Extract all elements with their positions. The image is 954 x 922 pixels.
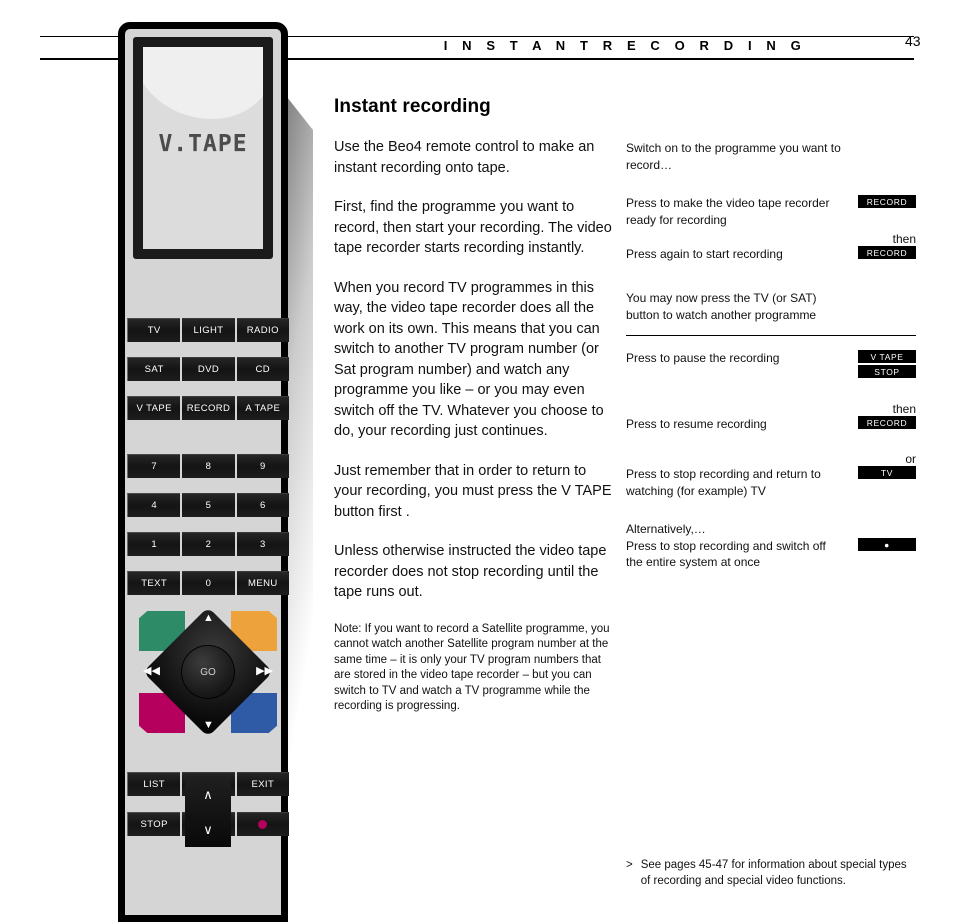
remote-button-a-tape[interactable]: A TAPE [236,396,289,420]
remote-display-bezel: V.TAPE [133,37,273,259]
rocker-up-icon[interactable]: ∧ [203,787,213,803]
remote-button-0[interactable]: 0 [182,571,235,595]
remote-button-standby[interactable] [236,812,289,836]
remote-button-4[interactable]: 4 [127,493,181,517]
instruction-step-3-text: Press again to start recording [626,247,783,261]
instruction-step-5: Press to pause the recording V TAPE STOP [626,350,916,378]
remote-button-menu[interactable]: MENU [236,571,289,595]
remote-button-row-text-0-menu: TEXT 0 MENU [127,571,289,595]
nav-up-icon[interactable]: ▲ [203,613,214,624]
remote-button-row-456: 4 5 6 [127,493,289,517]
remote-button-row-123: 1 2 3 [127,532,289,556]
instruction-step-8-intro: Alternatively,… [626,522,706,536]
remote-button-list[interactable]: LIST [127,772,181,796]
badge-tv: TV [858,466,916,479]
remote-button-stop[interactable]: STOP [127,812,181,836]
connector-then-2: then [892,402,916,416]
badge-record-1: RECORD [858,195,916,208]
footnote-text: See pages 45-47 for information about sp… [640,859,907,887]
instruction-step-6-text: Press to resume recording [626,417,767,431]
body-paragraph-3: When you record TV programmes in this wa… [334,279,604,440]
remote-display: V.TAPE [143,47,263,249]
remote-button-row-3: V TAPE RECORD A TAPE [127,396,289,420]
remote-button-cd[interactable]: CD [236,357,289,381]
nav-go-button[interactable]: GO [182,646,234,698]
page-number: 43 [905,33,921,49]
note-paragraph: Note: If you want to record a Satellite … [334,622,610,713]
footnote: > See pages 45-47 for information about … [626,857,916,889]
instruction-divider [626,335,916,336]
remote-button-2[interactable]: 2 [182,532,235,556]
instruction-step-1: Switch on to the programme you want to r… [626,140,916,173]
instruction-step-4: You may now press the TV (or SAT) button… [626,290,916,323]
display-text: V.TAPE [158,131,248,157]
remote-button-9[interactable]: 9 [236,454,289,478]
remote-button-exit[interactable]: EXIT [236,772,289,796]
remote-button-sat[interactable]: SAT [127,357,181,381]
footnote-arrow-icon: > [626,859,633,871]
badge-record-2: RECORD [858,246,916,259]
remote-button-1[interactable]: 1 [127,532,181,556]
remote-button-record[interactable]: RECORD [182,396,235,420]
connector-then-1: then [892,232,916,246]
nav-down-icon[interactable]: ▼ [203,720,214,731]
main-text-column: Instant recording Use the Beo4 remote co… [334,96,614,734]
remote-button-5[interactable]: 5 [182,493,235,517]
remote-button-8[interactable]: 8 [182,454,235,478]
remote-button-row-2: SAT DVD CD [127,357,289,381]
instruction-step-7: Press to stop recording and return to wa… [626,466,916,499]
display-gradient-wave [143,47,263,119]
rocker-down-icon[interactable]: ∨ [203,822,213,838]
body-paragraph-5: Unless otherwise instructed the video ta… [334,543,607,600]
beo4-remote-illustration: V.TAPE TV LIGHT RADIO SAT DVD CD V TAPE … [118,22,289,922]
instruction-step-4-text: You may now press the TV (or SAT) button… [626,291,817,322]
instruction-step-7-text: Press to stop recording and return to wa… [626,467,821,498]
badge-standby: ● [858,538,916,551]
remote-button-dvd[interactable]: DVD [182,357,235,381]
instruction-step-8: Alternatively,… Press to stop recording … [626,521,916,571]
badge-v-tape: V TAPE [858,350,916,363]
body-paragraph-1: Use the Beo4 remote control to make an i… [334,139,595,176]
instruction-step-1-text: Switch on to the programme you want to r… [626,141,841,172]
remote-button-row-1: TV LIGHT RADIO [127,318,289,342]
remote-button-7[interactable]: 7 [127,454,181,478]
instruction-step-5-text: Press to pause the recording [626,351,780,365]
nav-forward-icon[interactable]: ▶▶ [256,666,273,677]
remote-button-row-789: 7 8 9 [127,454,289,478]
body-paragraph-2: First, find the programme you want to re… [334,199,612,256]
instruction-step-2: Press to make the video tape recorder re… [626,195,916,228]
remote-rocker-up-down[interactable]: ∧ ∨ [185,777,231,847]
body-paragraph-4: Just remember that in order to return to… [334,462,612,520]
instruction-step-3: Press again to start recording RECORD [626,246,916,268]
remote-button-light[interactable]: LIGHT [182,318,235,342]
nav-rewind-icon[interactable]: ◀◀ [143,666,160,677]
remote-button-tv[interactable]: TV [127,318,181,342]
badge-stop: STOP [858,365,916,378]
remote-navigation-pad: ▲ ▼ ◀◀ ▶▶ GO [135,606,281,738]
instruction-step-2-text: Press to make the video tape recorder re… [626,196,830,227]
section-heading: Instant recording [334,96,491,117]
remote-button-6[interactable]: 6 [236,493,289,517]
page-title: I N S T A N T R E C O R D I N G [443,38,807,53]
instruction-step-8-text: Press to stop recording and switch off t… [626,538,826,570]
badge-record-3: RECORD [858,416,916,429]
remote-button-radio[interactable]: RADIO [236,318,289,342]
remote-button-text[interactable]: TEXT [127,571,181,595]
connector-or: or [905,452,916,466]
remote-button-v-tape[interactable]: V TAPE [127,396,181,420]
instruction-column: Switch on to the programme you want to r… [626,140,916,575]
standby-dot-icon [258,820,268,829]
remote-button-3[interactable]: 3 [236,532,289,556]
instruction-step-6: Press to resume recording RECORD [626,416,916,438]
